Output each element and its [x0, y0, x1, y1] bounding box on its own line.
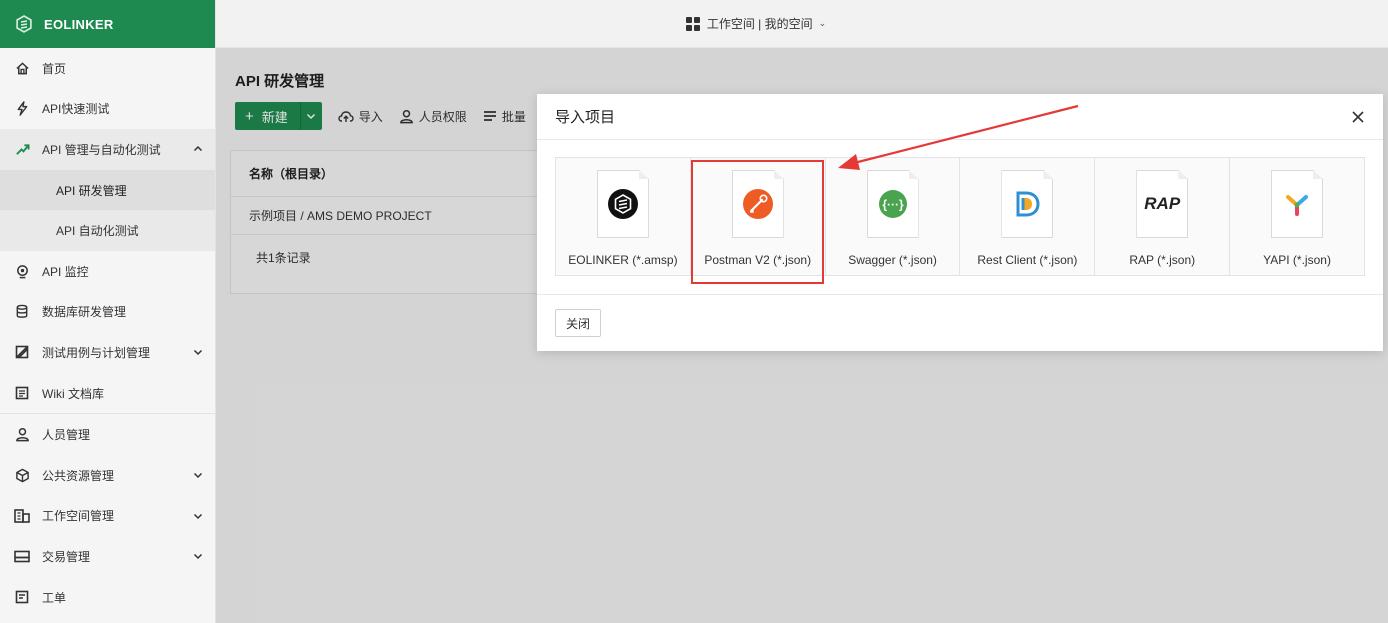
sidebar-item-label: 测试用例与计划管理 — [42, 345, 151, 360]
chevron-down-icon — [193, 513, 203, 519]
highlight-box — [691, 160, 824, 284]
yapi-logo-icon — [1286, 195, 1309, 216]
sidebar-item-label: API 管理与自动化测试 — [42, 142, 161, 157]
import-option-label: YAPI (*.json) — [1263, 253, 1331, 267]
sidebar-item-database[interactable]: 数据库研发管理 — [0, 292, 215, 333]
eolinker-logo-icon — [16, 15, 32, 33]
sidebar-subitem-api-dev[interactable]: API 研发管理 — [0, 169, 215, 211]
sidebar-item-label: API快速测试 — [42, 102, 110, 117]
sidebar-item-label: Wiki 文档库 — [42, 386, 104, 401]
sidebar-item-label: 人员管理 — [42, 428, 91, 443]
chevron-down-icon — [193, 554, 203, 560]
sidebar: EOLINKER 首页 API快速测试 API 管理与自动化测试 API 研发管… — [0, 0, 216, 623]
modal-title: 导入项目 — [555, 109, 616, 126]
sidebar-item-label: API 监控 — [42, 264, 89, 279]
building-icon — [14, 508, 30, 524]
import-option-label: Swagger (*.json) — [848, 253, 937, 267]
sidebar-subitem-api-auto-test[interactable]: API 自动化测试 — [0, 210, 215, 251]
sidebar-item-label: 工作空间管理 — [42, 509, 115, 524]
sidebar-item-api-monitor[interactable]: API 监控 — [0, 251, 215, 292]
top-bar: 工作空间 | 我的空间 ⌄ — [216, 0, 1388, 48]
brand-name: EOLINKER — [44, 16, 114, 32]
sidebar-item-label: 工单 — [42, 590, 67, 605]
import-option-eolinker[interactable]: EOLINKER (*.amsp) — [556, 158, 691, 275]
restclient-logo-icon — [1016, 191, 1040, 217]
sidebar-item-workspace[interactable]: 工作空间管理 — [0, 496, 215, 537]
database-icon — [14, 304, 30, 320]
svg-text:{···}: {···} — [882, 198, 904, 212]
eolinker-logo-icon — [607, 189, 638, 219]
ticket-icon — [14, 589, 30, 605]
sidebar-item-testcase[interactable]: 测试用例与计划管理 — [0, 332, 215, 373]
wiki-icon — [14, 385, 30, 401]
sidebar-item-tickets[interactable]: 工单 — [0, 577, 215, 618]
sidebar-item-label: 数据库研发管理 — [42, 305, 127, 320]
sidebar-item-users[interactable]: 人员管理 — [0, 414, 215, 455]
workspace-label: 工作空间 | 我的空间 — [706, 17, 813, 31]
import-option-label: Rest Client (*.json) — [977, 253, 1078, 267]
chevron-down-icon — [193, 473, 203, 479]
api-management-icon — [14, 141, 30, 157]
import-option-rap[interactable]: RAP RAP (*.json) — [1095, 158, 1231, 275]
sidebar-subitem-label: API 研发管理 — [56, 183, 127, 198]
sidebar-item-home[interactable]: 首页 — [0, 48, 215, 89]
sidebar-item-public-resources[interactable]: 公共资源管理 — [0, 455, 215, 496]
file-icon: {···} — [866, 170, 919, 238]
card-icon — [14, 548, 30, 564]
chevron-up-icon — [193, 146, 203, 152]
workspace-switcher[interactable]: 工作空间 | 我的空间 ⌄ — [685, 15, 827, 32]
sidebar-item-api-quick-test[interactable]: API快速测试 — [0, 89, 215, 130]
monitor-icon — [14, 263, 30, 279]
modal-footer: 关闭 — [537, 295, 1383, 351]
file-icon — [596, 170, 649, 238]
import-option-yapi[interactable]: YAPI (*.json) — [1230, 158, 1364, 275]
file-icon — [1001, 170, 1054, 238]
sidebar-item-label: 公共资源管理 — [42, 468, 115, 483]
cube-icon — [14, 467, 30, 483]
close-button[interactable]: 关闭 — [555, 309, 602, 337]
sidebar-item-label: 首页 — [42, 61, 67, 76]
sidebar-item-api-management[interactable]: API 管理与自动化测试 — [0, 129, 215, 170]
import-option-label: RAP (*.json) — [1129, 253, 1196, 267]
close-icon[interactable] — [1351, 110, 1365, 124]
sidebar-item-label: 交易管理 — [42, 549, 91, 564]
chevron-down-icon — [193, 350, 203, 356]
rap-logo-icon: RAP — [1144, 194, 1181, 213]
import-option-label: EOLINKER (*.amsp) — [568, 253, 678, 267]
swagger-logo-icon: {···} — [878, 190, 907, 218]
home-icon — [14, 60, 30, 76]
testcase-icon — [14, 344, 30, 360]
user-icon — [14, 427, 30, 443]
chevron-down-icon: ⌄ — [818, 18, 827, 28]
sidebar-item-wiki[interactable]: Wiki 文档库 — [0, 373, 215, 414]
file-icon: RAP — [1136, 170, 1189, 238]
sidebar-subitem-label: API 自动化测试 — [56, 224, 139, 239]
grid-icon — [685, 16, 700, 31]
file-icon — [1271, 170, 1324, 238]
bolt-icon — [14, 101, 30, 117]
brand-bar[interactable]: EOLINKER — [0, 0, 215, 48]
sidebar-item-transactions[interactable]: 交易管理 — [0, 536, 215, 577]
annotation-arrow — [838, 104, 1079, 170]
